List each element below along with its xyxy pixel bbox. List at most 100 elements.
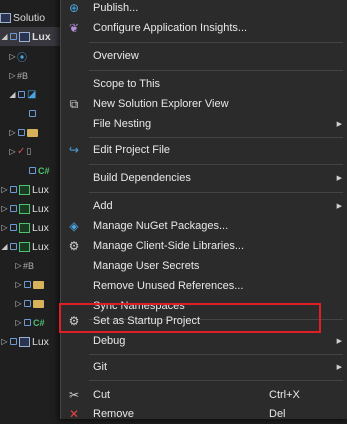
solution-icon — [0, 12, 11, 23]
menu-item-label: Manage User Secrets — [93, 260, 200, 272]
nuget-icon: ◈ — [69, 219, 79, 233]
menu-item-client-libraries[interactable]: ⚙ Manage Client-Side Libraries... — [61, 236, 347, 256]
menu-item-label: Manage Client-Side Libraries... — [93, 240, 245, 252]
chevron-right-icon: ▷ — [15, 261, 22, 270]
tree-item-launch[interactable] — [28, 104, 38, 123]
menu-separator — [89, 192, 343, 193]
tree-item-dependencies[interactable]: ▷ #B — [14, 256, 36, 275]
menu-item-shortcut: Ctrl+X — [269, 389, 300, 401]
project-icon — [19, 184, 30, 195]
tree-item-solution-project[interactable]: ▷ Lux — [0, 332, 49, 351]
project-icon — [19, 241, 30, 252]
menu-item-remove-unused-references[interactable]: Remove Unused References... — [61, 276, 347, 296]
lock-icon — [29, 110, 36, 117]
tree-item-solution[interactable]: Solutio — [0, 8, 45, 27]
menu-item-manage-nuget[interactable]: ◈ Manage NuGet Packages... — [61, 216, 347, 236]
connected-services-icon: ⦿ — [17, 53, 27, 64]
menu-item-add[interactable]: Add ▶ — [61, 196, 347, 216]
submenu-arrow-icon: ▶ — [336, 175, 342, 182]
edit-arrow-icon: ↪ — [68, 143, 80, 157]
menu-item-label: Cut — [93, 389, 111, 401]
menu-item-label: New Solution Explorer View — [93, 98, 229, 110]
chevron-right-icon: ▷ — [15, 318, 22, 327]
dependencies-icon: #B — [23, 260, 35, 271]
menu-item-label: Add — [93, 200, 113, 212]
menu-item-cut[interactable]: ✂ Cut Ctrl+X — [61, 385, 347, 405]
tree-item-cs-file[interactable]: ▷ C# — [14, 313, 47, 332]
tree-item-project[interactable]: ▷ Lux — [0, 218, 49, 237]
lock-icon — [10, 205, 17, 212]
menu-separator — [89, 380, 343, 381]
tree-item-label: Solutio — [13, 11, 46, 24]
tree-item-dependencies[interactable]: ▷ #B — [8, 66, 30, 85]
menu-item-set-startup-project[interactable]: ⚙ Set as Startup Project — [61, 311, 347, 331]
chevron-right-icon: ▷ — [9, 71, 16, 80]
menu-separator — [89, 70, 343, 71]
close-icon: ✕ — [68, 407, 80, 421]
menu-item-publish[interactable]: ⊕ Publish... — [61, 0, 347, 18]
lock-icon — [24, 319, 31, 326]
menu-item-label: Git — [93, 361, 108, 373]
check-icon: ✓ — [17, 146, 26, 157]
tree-item-label: Lux — [32, 183, 49, 196]
folder-icon — [33, 299, 44, 308]
tree-item-folder[interactable]: ▷ — [8, 123, 40, 142]
menu-item-file-nesting[interactable]: File Nesting ▶ — [61, 114, 347, 134]
submenu-arrow-icon: ▶ — [336, 203, 342, 210]
tree-item-label: Lux — [32, 30, 51, 43]
menu-separator — [89, 42, 343, 43]
tree-item-project[interactable]: ▷ Lux — [0, 180, 49, 199]
project-icon — [19, 31, 30, 42]
tree-item-properties[interactable]: ◢ ◪ — [8, 85, 38, 104]
chevron-right-icon: ▷ — [1, 185, 8, 194]
menu-item-remove[interactable]: ✕ Remove Del — [61, 404, 347, 424]
tree-item-label: Lux — [32, 240, 49, 253]
tree-item-cs-file[interactable]: C# — [28, 161, 52, 180]
menu-item-edit-project-file[interactable]: ↪ Edit Project File — [61, 140, 347, 160]
tree-item-folder[interactable]: ▷ — [14, 275, 46, 294]
dependencies-icon: #B — [17, 70, 29, 81]
menu-item-label: Debug — [93, 335, 126, 347]
lock-icon — [10, 186, 17, 193]
menu-item-label: Edit Project File — [93, 144, 171, 156]
menu-item-new-explorer-view[interactable]: ⧉ New Solution Explorer View — [61, 94, 347, 114]
submenu-arrow-icon: ▶ — [336, 121, 342, 128]
menu-item-label: Set as Startup Project — [93, 315, 200, 327]
tree-item-project-expanded[interactable]: ◢ Lux — [0, 237, 49, 256]
chevron-down-icon: ◢ — [9, 90, 16, 99]
menu-separator — [89, 354, 343, 355]
lock-icon — [10, 224, 17, 231]
tree-item-file[interactable]: ▷ ✓ ▯ — [8, 142, 33, 161]
menu-item-build-dependencies[interactable]: Build Dependencies ▶ — [61, 168, 347, 188]
menu-item-label: Manage NuGet Packages... — [93, 220, 229, 232]
csharp-icon: C# — [38, 165, 50, 176]
tree-item-folder[interactable]: ▷ — [14, 294, 46, 313]
menu-separator — [89, 164, 343, 165]
submenu-arrow-icon: ▶ — [336, 338, 342, 345]
chevron-right-icon: ▷ — [15, 299, 22, 308]
folder-icon — [33, 280, 44, 289]
tree-item-label: Lux — [32, 202, 49, 215]
tree-item-connected[interactable]: ▷ ⦿ — [8, 47, 29, 66]
menu-item-configure-insights[interactable]: ❦ Configure Application Insights... — [61, 18, 347, 38]
chevron-down-icon: ◢ — [1, 32, 8, 41]
chevron-right-icon: ▷ — [1, 337, 8, 346]
chevron-right-icon: ▷ — [1, 223, 8, 232]
tree-item-project[interactable]: ▷ Lux — [0, 199, 49, 218]
tree-item-label: Lux — [32, 335, 49, 348]
context-menu: ⊕ Publish... ❦ Configure Application Ins… — [60, 0, 347, 421]
properties-icon: ◪ — [27, 89, 37, 100]
lock-icon — [10, 33, 17, 40]
lock-icon — [29, 167, 36, 174]
menu-item-user-secrets[interactable]: Manage User Secrets — [61, 256, 347, 276]
lock-icon — [24, 300, 31, 307]
menu-item-git[interactable]: Git ▶ — [61, 357, 347, 377]
menu-item-debug[interactable]: Debug ▶ — [61, 331, 347, 351]
menu-item-label: Remove — [93, 408, 134, 420]
file-icon: ▯ — [26, 146, 32, 156]
menu-item-scope-to-this[interactable]: Scope to This — [61, 74, 347, 94]
chevron-right-icon: ▷ — [9, 147, 16, 156]
libraries-icon: ⚙ — [68, 239, 80, 253]
menu-item-overview[interactable]: Overview — [61, 46, 347, 66]
lock-icon — [18, 129, 25, 136]
